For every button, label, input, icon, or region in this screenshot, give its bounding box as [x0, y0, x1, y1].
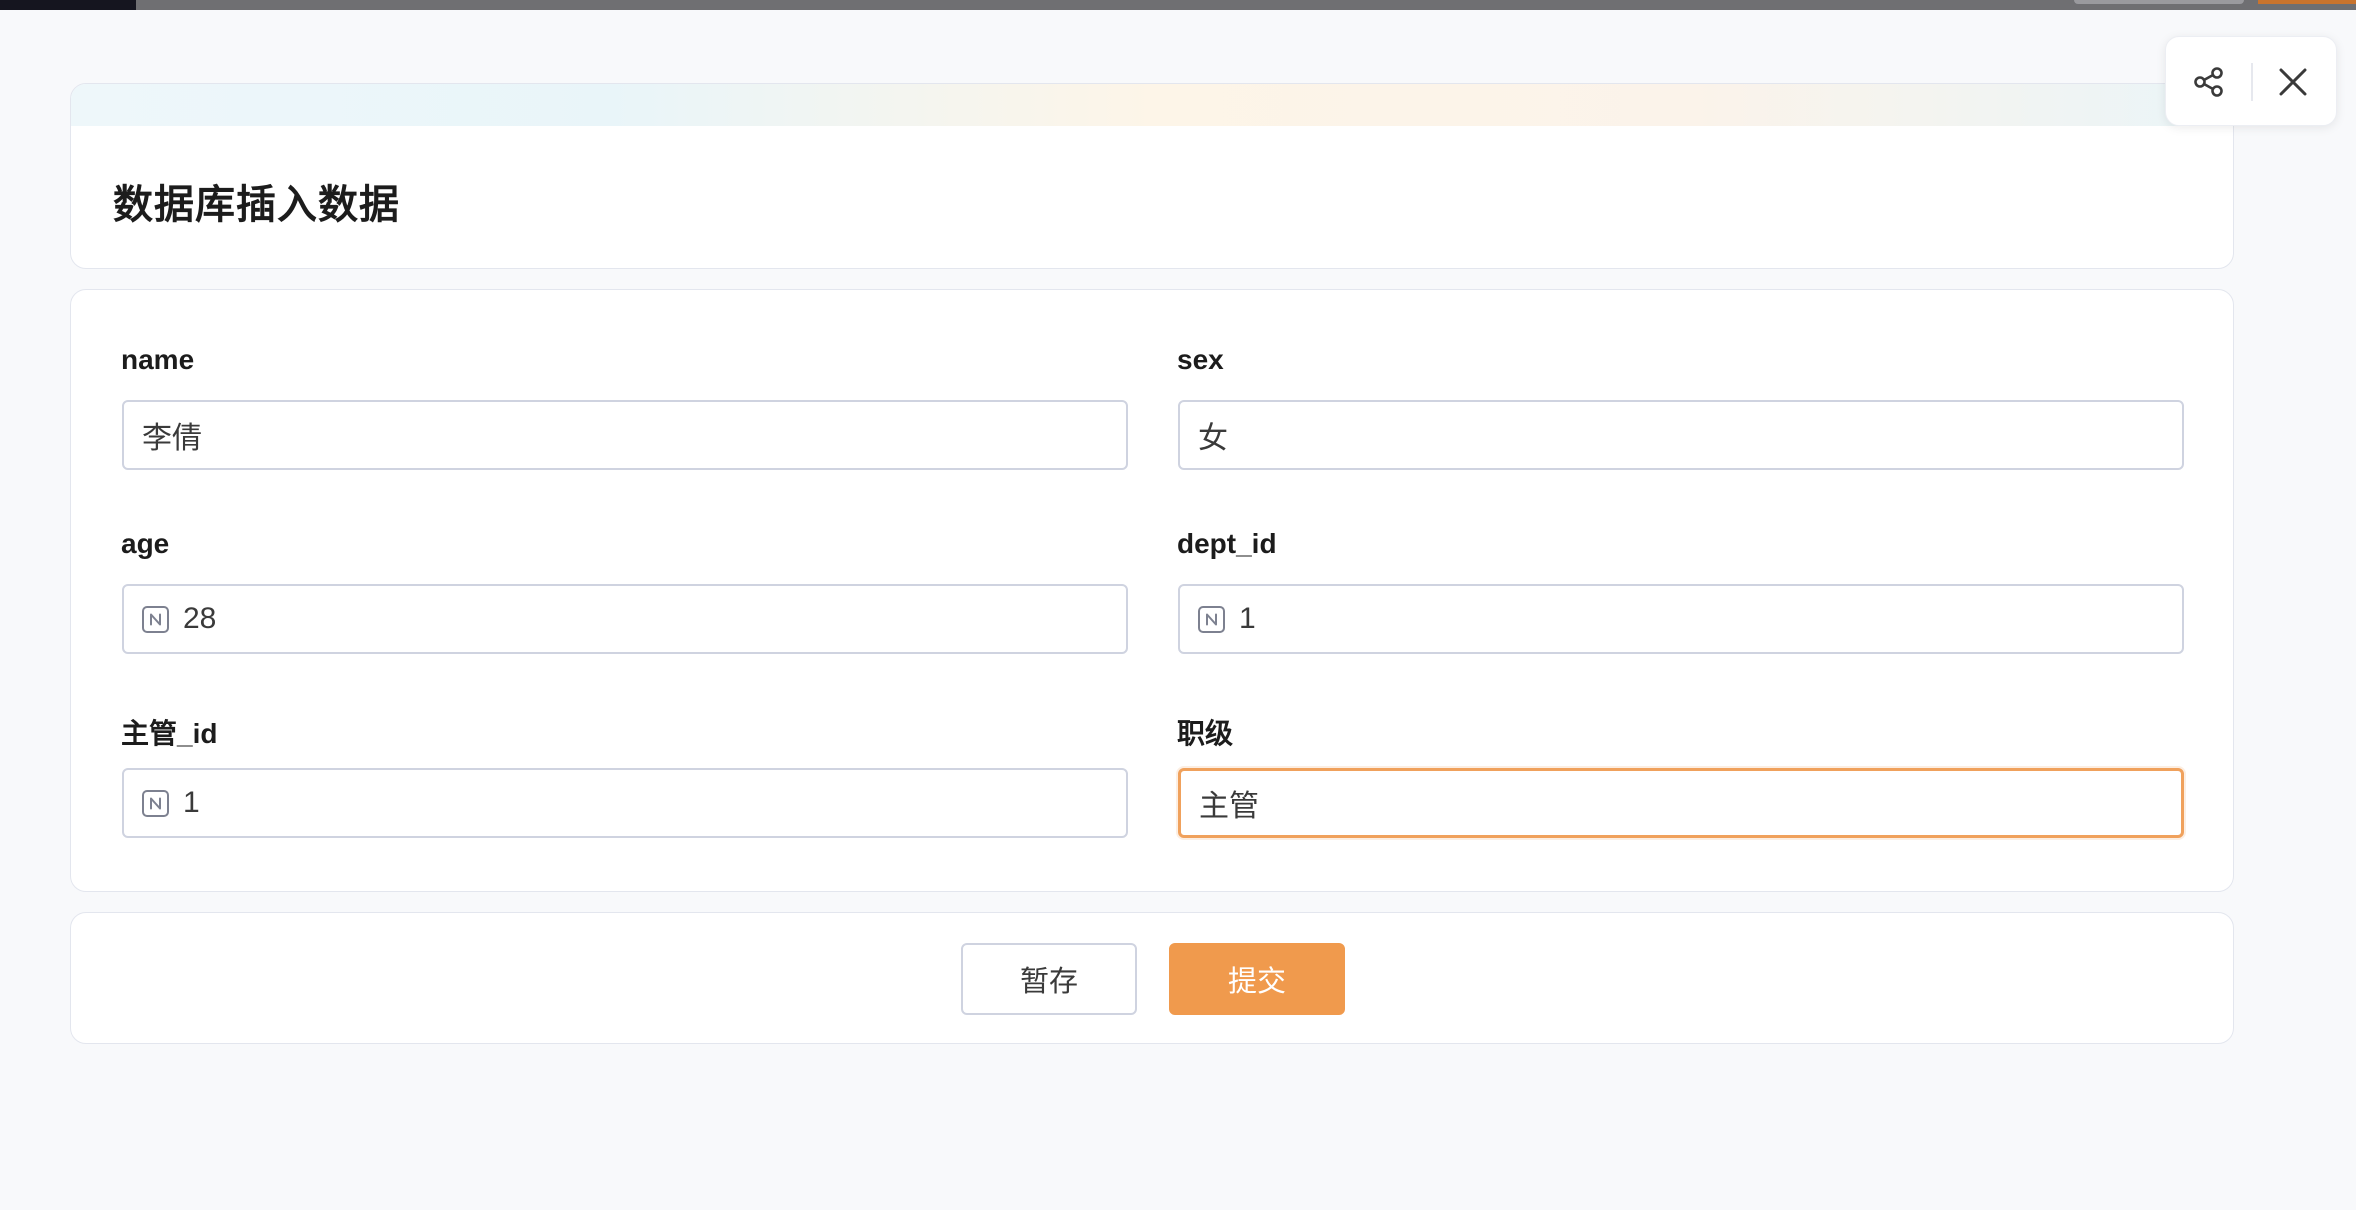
number-type-icon	[142, 605, 169, 633]
dept-id-input-value: 1	[1239, 602, 1256, 635]
number-type-icon	[1198, 605, 1225, 633]
age-input[interactable]: 28	[122, 584, 1128, 654]
share-button[interactable]	[2188, 61, 2230, 103]
page-title: 数据库插入数据	[113, 183, 400, 227]
save-draft-button[interactable]: 暂存	[961, 943, 1137, 1015]
rank-input[interactable]: 主管	[1178, 768, 2184, 838]
field-label-dept-id: dept_id	[1177, 528, 1277, 559]
field-label-manager-id: 主管_id	[121, 718, 218, 749]
form-card: name 李倩 sex 女 age 28 dept_id 1 主管_id 1 职…	[70, 289, 2234, 892]
dept-id-input[interactable]: 1	[1178, 584, 2184, 654]
rank-input-value: 主管	[1199, 790, 1259, 823]
age-input-value: 28	[183, 602, 217, 635]
manager-id-input[interactable]: 1	[122, 768, 1128, 838]
browser-top-bar	[0, 0, 2356, 10]
share-icon	[2194, 67, 2223, 97]
submit-button[interactable]: 提交	[1169, 943, 1345, 1015]
field-label-rank: 职级	[1177, 718, 1234, 749]
actions-card: 暂存 提交	[70, 912, 2234, 1044]
floating-toolbar	[2165, 36, 2337, 126]
sex-input-value: 女	[1198, 422, 1228, 455]
field-label-name: name	[121, 344, 195, 375]
sex-input[interactable]: 女	[1178, 400, 2184, 470]
drawer-sheet: 数据库插入数据 name 李倩 sex 女 age 28 dept_id 1 主…	[0, 10, 2356, 1210]
name-input-value: 李倩	[142, 422, 202, 455]
top-bar-accent	[2258, 0, 2356, 4]
header-card: 数据库插入数据	[70, 83, 2234, 269]
top-bar-pill	[2074, 0, 2244, 4]
close-icon	[2279, 68, 2307, 96]
close-button[interactable]	[2272, 61, 2314, 103]
name-input[interactable]: 李倩	[122, 400, 1128, 470]
field-label-age: age	[121, 528, 170, 559]
header-gradient-band	[71, 84, 2233, 126]
toolbar-divider	[2251, 63, 2253, 101]
field-label-sex: sex	[1177, 344, 1224, 375]
number-type-icon	[142, 789, 169, 817]
top-bar-dark-segment	[0, 0, 136, 10]
manager-id-input-value: 1	[183, 786, 200, 819]
